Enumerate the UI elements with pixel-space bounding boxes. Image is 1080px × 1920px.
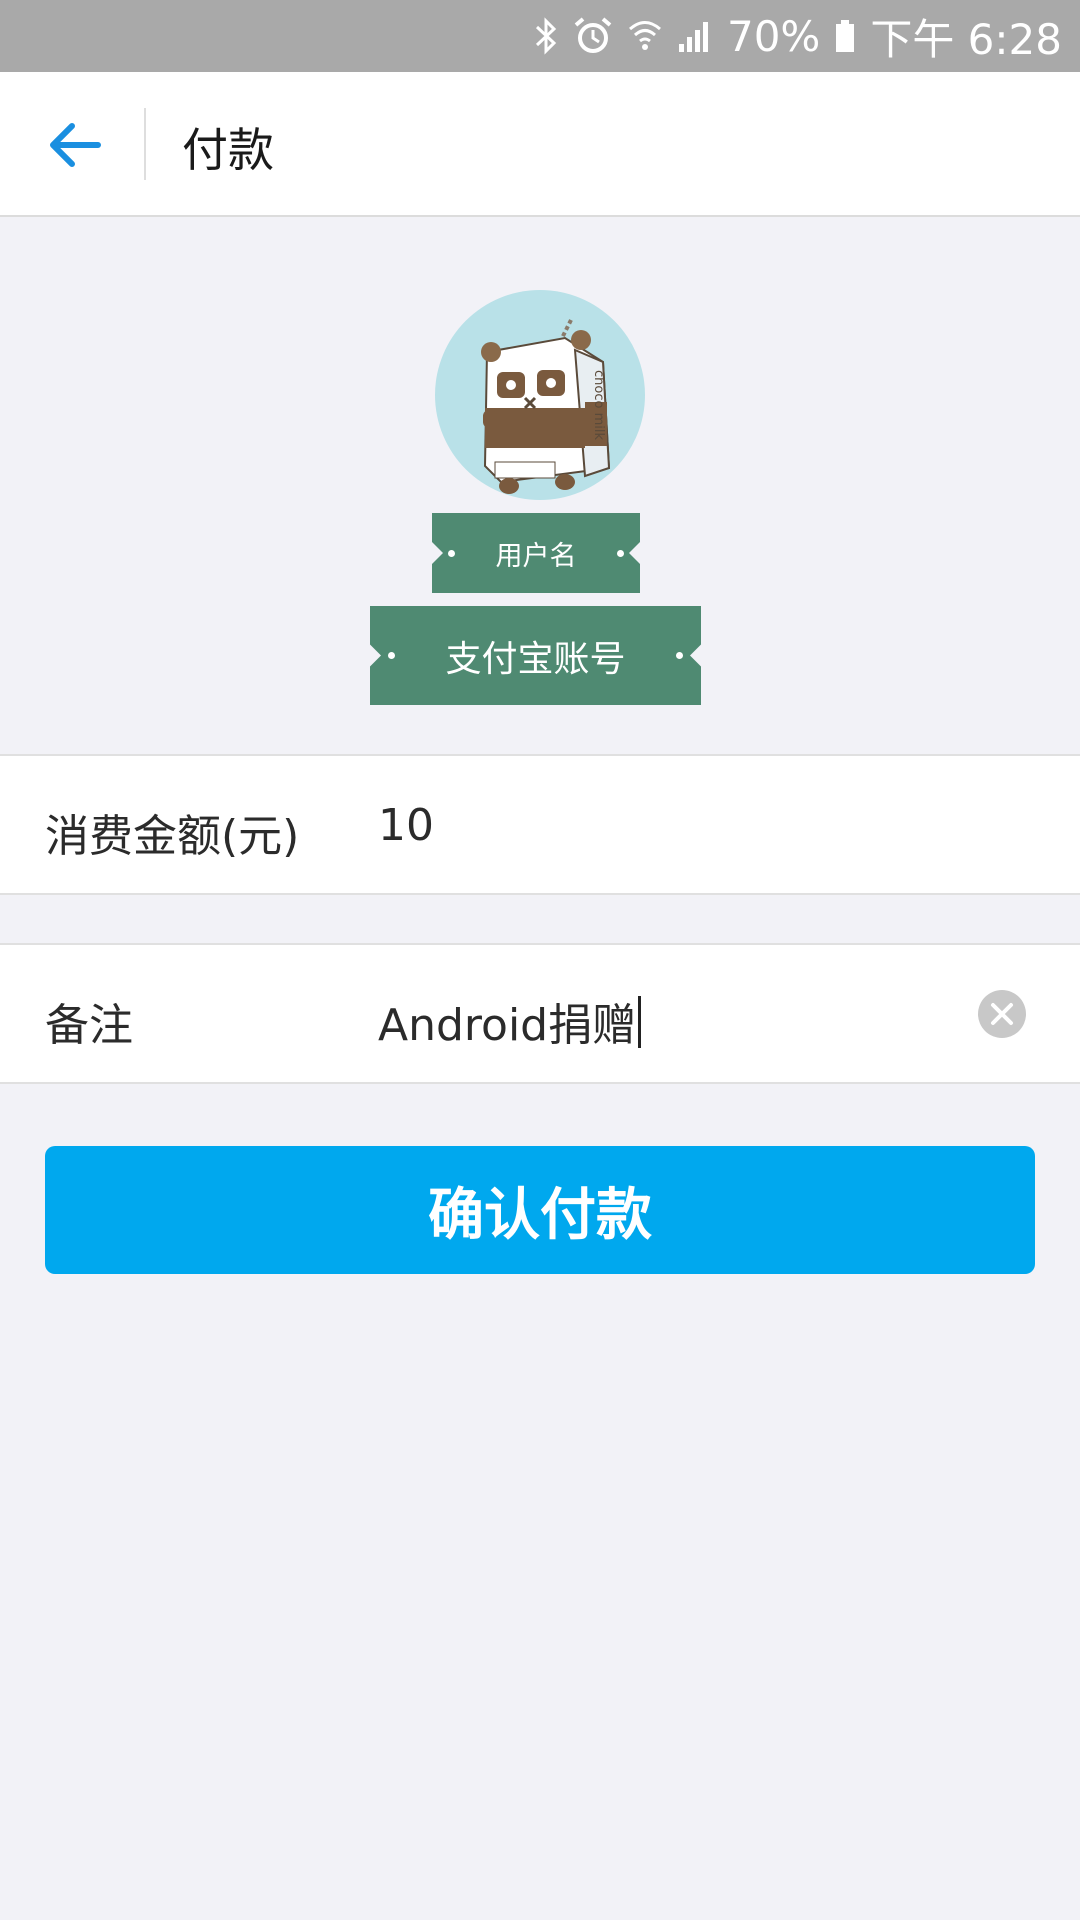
username-label: 用户名 bbox=[495, 540, 577, 572]
account-label: 支付宝账号 bbox=[445, 638, 626, 680]
amount-label: 消费金额(元) bbox=[45, 811, 300, 862]
alarm-icon bbox=[573, 16, 613, 56]
title-divider bbox=[144, 108, 146, 180]
note-row: 备注 Android捐赠 bbox=[0, 943, 1080, 1084]
account-tag: 支付宝账号 bbox=[369, 606, 702, 705]
amount-field[interactable]: 10 bbox=[378, 800, 938, 851]
amount-row: 消费金额(元) 10 bbox=[0, 754, 1080, 895]
text-caret bbox=[638, 996, 642, 1048]
battery-icon bbox=[834, 16, 856, 56]
page-title: 付款 bbox=[182, 123, 274, 177]
signal-icon bbox=[677, 16, 713, 56]
username-tag: 用户名 bbox=[431, 513, 641, 593]
note-value: Android捐赠 bbox=[378, 1000, 637, 1051]
battery-percent: 70% bbox=[726, 11, 821, 61]
note-label: 备注 bbox=[45, 1000, 133, 1051]
avatar-art-text: choco milk bbox=[591, 370, 606, 440]
clear-circle-icon bbox=[991, 1003, 1013, 1025]
wifi-icon bbox=[627, 16, 663, 56]
title-bar: 付款 bbox=[0, 72, 1080, 217]
arrow-left-icon bbox=[50, 123, 101, 167]
back-button[interactable] bbox=[40, 112, 110, 178]
note-field[interactable]: Android捐赠 bbox=[378, 989, 938, 1053]
bluetooth-icon bbox=[533, 16, 559, 56]
confirm-payment-button[interactable]: 确认付款 bbox=[45, 1146, 1035, 1274]
clock: 下午 6:28 bbox=[870, 14, 1062, 64]
clear-button[interactable] bbox=[978, 990, 1026, 1038]
avatar: choco milk bbox=[435, 290, 645, 500]
status-bar: 70% 下午 6:28 bbox=[0, 0, 1080, 72]
